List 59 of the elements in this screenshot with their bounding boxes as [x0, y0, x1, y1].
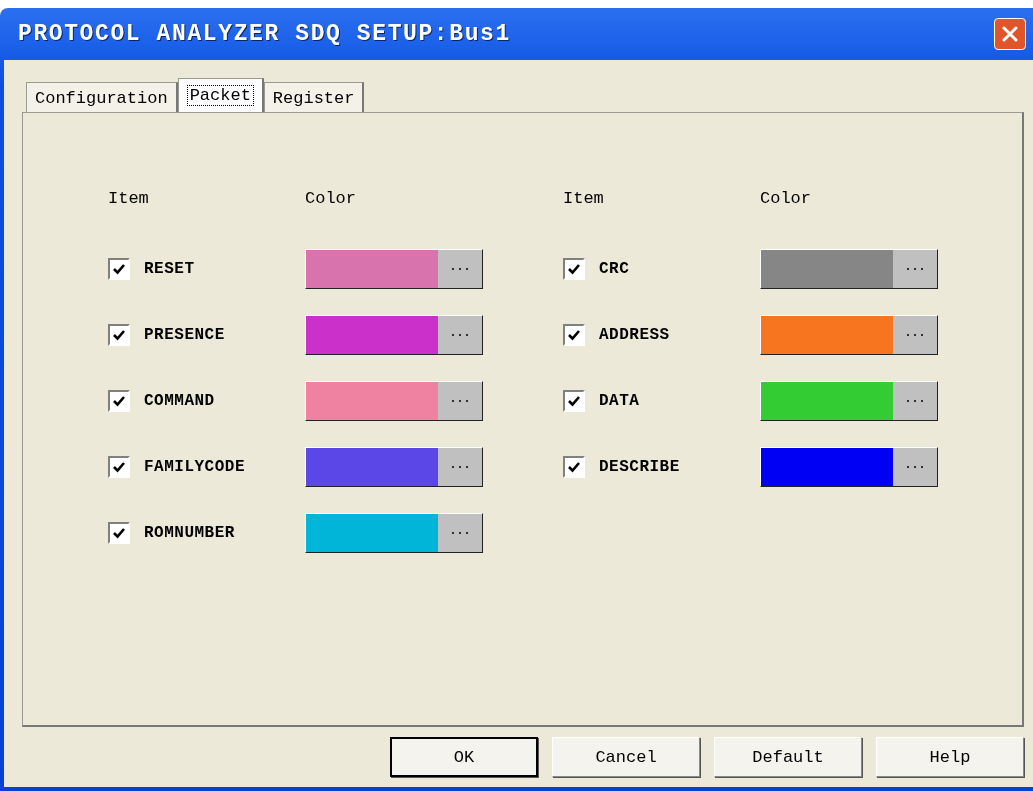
ellipsis-icon [450, 464, 470, 470]
item-label: FAMILYCODE [144, 458, 245, 476]
checkmark-icon [567, 460, 581, 474]
color-picker-field[interactable] [760, 315, 938, 355]
column-header: Color [305, 189, 357, 209]
item-label: ADDRESS [599, 326, 670, 344]
checkmark-icon [112, 328, 126, 342]
ellipsis-icon [905, 266, 925, 272]
color-picker-field[interactable] [760, 447, 938, 487]
column-header: Item [563, 189, 605, 209]
item-label: ROMNUMBER [144, 524, 235, 542]
checkbox[interactable] [108, 456, 130, 478]
checkmark-icon [567, 328, 581, 342]
checkmark-icon [112, 394, 126, 408]
ellipsis-icon [450, 398, 470, 404]
checkbox[interactable] [563, 390, 585, 412]
ellipsis-icon [905, 398, 925, 404]
item-label: DESCRIBE [599, 458, 680, 476]
checkbox[interactable] [108, 258, 130, 280]
color-picker-field[interactable] [305, 447, 483, 487]
tab[interactable]: Configuration [26, 82, 178, 112]
checkbox[interactable] [563, 456, 585, 478]
color-picker-field[interactable] [760, 249, 938, 289]
tab[interactable]: Register [263, 82, 365, 112]
color-picker-field[interactable] [760, 381, 938, 421]
dialog-button[interactable]: OK [390, 737, 538, 777]
checkmark-icon [112, 460, 126, 474]
checkbox[interactable] [108, 390, 130, 412]
item-label: DATA [599, 392, 640, 410]
dialog-button[interactable]: Help [876, 737, 1024, 777]
ellipsis-icon [905, 464, 925, 470]
dialog-button[interactable]: Cancel [552, 737, 700, 777]
checkmark-icon [567, 394, 581, 408]
ellipsis-icon [450, 530, 470, 536]
item-label: COMMAND [144, 392, 215, 410]
column-header: Color [760, 189, 812, 209]
checkbox[interactable] [108, 324, 130, 346]
checkmark-icon [112, 526, 126, 540]
close-button[interactable] [994, 18, 1026, 50]
column-header: Item [108, 189, 150, 209]
color-picker-field[interactable] [305, 513, 483, 553]
ellipsis-icon [905, 332, 925, 338]
checkbox[interactable] [108, 522, 130, 544]
checkbox[interactable] [563, 258, 585, 280]
tab[interactable]: Packet [177, 78, 264, 112]
close-icon [1000, 24, 1020, 44]
checkbox[interactable] [563, 324, 585, 346]
ellipsis-icon [450, 332, 470, 338]
dialog-button[interactable]: Default [714, 737, 862, 777]
checkmark-icon [567, 262, 581, 276]
item-label: RESET [144, 260, 195, 278]
checkmark-icon [112, 262, 126, 276]
color-picker-field[interactable] [305, 249, 483, 289]
ellipsis-icon [450, 266, 470, 272]
item-label: PRESENCE [144, 326, 225, 344]
item-label: CRC [599, 260, 630, 278]
color-picker-field[interactable] [305, 315, 483, 355]
color-picker-field[interactable] [305, 381, 483, 421]
window-title: PROTOCOL ANALYZER SDQ SETUP:Bus1 [18, 21, 511, 47]
